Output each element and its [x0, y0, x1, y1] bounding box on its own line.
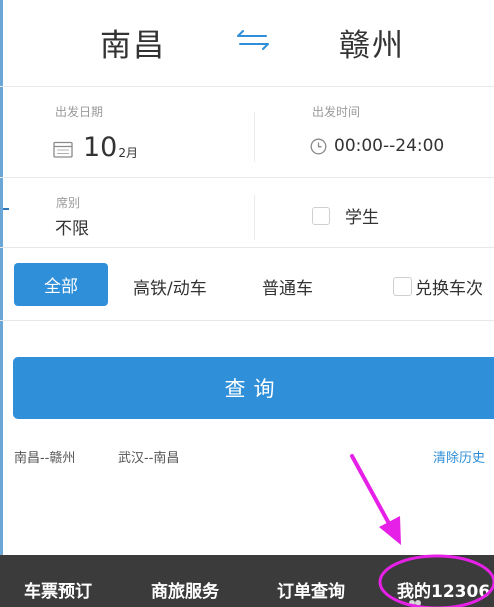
tab-ticket-booking[interactable]: 车票预订 — [24, 577, 92, 602]
clear-history-link[interactable]: 清除历史 — [433, 447, 485, 466]
to-city[interactable]: 赣州 — [339, 20, 405, 65]
person-icon — [409, 600, 421, 606]
route-header: 南昌 赣州 — [0, 0, 494, 86]
divider — [0, 177, 494, 178]
time-selector[interactable]: 00:00--24:00 — [310, 136, 444, 156]
date-month: 2月 — [118, 146, 138, 160]
filter-high-speed[interactable]: 高铁/动车 — [133, 274, 207, 299]
left-edge — [0, 0, 3, 607]
exchange-toggle[interactable]: 兑换车次 — [393, 274, 483, 299]
time-label: 出发时间 — [312, 105, 361, 119]
divider-vertical — [254, 195, 255, 240]
edge-mark — [3, 208, 9, 210]
exchange-checkbox[interactable] — [393, 277, 412, 296]
history-item[interactable]: 南昌--赣州 — [14, 447, 75, 466]
divider — [0, 320, 494, 321]
filter-normal[interactable]: 普通车 — [262, 274, 313, 299]
date-day: 10 — [83, 132, 118, 163]
date-label: 出发日期 — [55, 105, 104, 119]
history-item[interactable]: 武汉--南昌 — [118, 447, 179, 466]
student-checkbox[interactable] — [312, 206, 330, 225]
screen: 南昌 赣州 出发日期 10 2月 出发时间 00:00--24:00 席别 不限… — [0, 0, 494, 607]
annotation-arrow-head — [379, 516, 401, 545]
filter-all-button[interactable]: 全部 — [14, 263, 108, 306]
divider — [0, 247, 494, 248]
divider — [0, 86, 494, 87]
clock-icon — [310, 138, 327, 154]
tab-order-query[interactable]: 订单查询 — [277, 577, 345, 602]
swap-arrows-icon[interactable] — [232, 26, 274, 54]
annotation-arrow-line — [350, 454, 394, 531]
calendar-icon — [53, 141, 73, 158]
date-selector[interactable]: 10 2月 — [53, 134, 138, 162]
seat-label: 席别 — [56, 196, 81, 210]
tab-business-travel[interactable]: 商旅服务 — [151, 577, 219, 602]
time-value: 00:00--24:00 — [334, 136, 445, 156]
exchange-label: 兑换车次 — [415, 279, 483, 299]
seat-value[interactable]: 不限 — [55, 214, 89, 239]
divider-vertical — [254, 112, 255, 162]
from-city[interactable]: 南昌 — [100, 20, 166, 65]
query-button[interactable]: 查询 — [13, 357, 494, 419]
student-label: 学生 — [345, 208, 379, 228]
student-toggle[interactable]: 学生 — [312, 203, 379, 228]
